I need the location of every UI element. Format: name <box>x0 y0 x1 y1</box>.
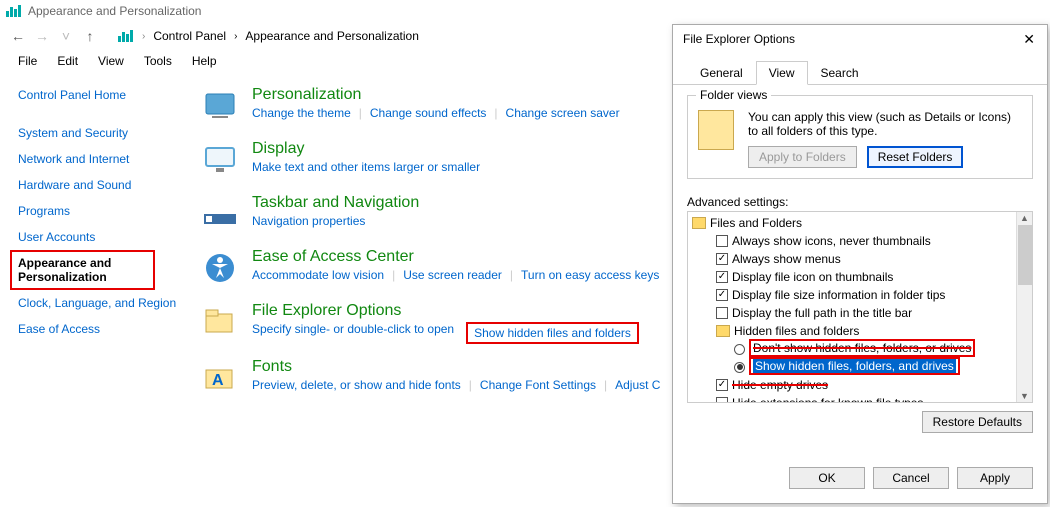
category-title[interactable]: Display <box>252 140 480 158</box>
tab-search[interactable]: Search <box>808 61 872 84</box>
folder-views-group: Folder views You can apply this view (su… <box>687 95 1033 179</box>
scroll-up-icon[interactable]: ▲ <box>1020 213 1029 223</box>
link-easy-access-keys[interactable]: Turn on easy access keys <box>521 268 659 282</box>
radio-dont-show-hidden[interactable]: Don't show hidden files, folders, or dri… <box>690 340 1014 358</box>
sidebar-item-appearance-personalization[interactable]: Appearance and Personalization <box>10 250 155 290</box>
link-make-text-larger[interactable]: Make text and other items larger or smal… <box>252 160 480 174</box>
reset-folders-button[interactable]: Reset Folders <box>867 146 964 168</box>
link-adjust-cleartype[interactable]: Adjust C <box>615 378 660 392</box>
menu-view[interactable]: View <box>88 52 134 70</box>
file-explorer-options-icon <box>200 302 240 342</box>
cancel-button[interactable]: Cancel <box>873 467 949 489</box>
link-change-font-settings[interactable]: Change Font Settings <box>480 378 596 392</box>
sidebar: Control Panel Home System and Security N… <box>0 78 200 412</box>
option-hide-empty-drives[interactable]: Hide empty drives <box>690 376 1014 394</box>
option-always-show-menus[interactable]: Always show menus <box>690 250 1014 268</box>
breadcrumb-sep-icon: › <box>234 31 237 42</box>
folder-views-legend: Folder views <box>696 88 771 102</box>
apply-to-folders-button[interactable]: Apply to Folders <box>748 146 857 168</box>
option-display-file-size-tips[interactable]: Display file size information in folder … <box>690 286 1014 304</box>
sidebar-item-programs[interactable]: Programs <box>10 198 196 224</box>
menu-edit[interactable]: Edit <box>47 52 88 70</box>
link-low-vision[interactable]: Accommodate low vision <box>252 268 384 282</box>
apply-button[interactable]: Apply <box>957 467 1033 489</box>
link-navigation-properties[interactable]: Navigation properties <box>252 214 365 228</box>
option-display-full-path[interactable]: Display the full path in the title bar <box>690 304 1014 322</box>
menu-tools[interactable]: Tools <box>134 52 182 70</box>
option-display-file-icon[interactable]: Display file icon on thumbnails <box>690 268 1014 286</box>
breadcrumb-icon <box>118 30 134 42</box>
breadcrumb-sep-icon: › <box>142 31 145 42</box>
link-show-hidden-files[interactable]: Show hidden files and folders <box>466 322 639 344</box>
tree-files-and-folders[interactable]: Files and Folders <box>690 214 1014 232</box>
sidebar-item-hardware-sound[interactable]: Hardware and Sound <box>10 172 196 198</box>
link-single-double-click[interactable]: Specify single- or double-click to open <box>252 322 454 344</box>
menu-help[interactable]: Help <box>182 52 227 70</box>
category-title[interactable]: Personalization <box>252 86 620 104</box>
nav-back-button[interactable]: ← <box>8 26 28 46</box>
category-title[interactable]: File Explorer Options <box>252 302 639 320</box>
restore-defaults-button[interactable]: Restore Defaults <box>922 411 1033 433</box>
advanced-scrollbar[interactable]: ▲ ▼ <box>1016 212 1032 402</box>
sidebar-item-user-accounts[interactable]: User Accounts <box>10 224 196 250</box>
folder-icon <box>716 325 730 337</box>
nav-forward-button[interactable]: → <box>32 26 52 46</box>
advanced-settings-tree: Files and Folders Always show icons, nev… <box>687 211 1033 403</box>
ease-of-access-icon <box>200 248 240 288</box>
tree-hidden-files[interactable]: Hidden files and folders <box>690 322 1014 340</box>
dialog-title: File Explorer Options <box>683 32 795 46</box>
dialog-tabs: General View Search <box>673 53 1047 85</box>
link-change-theme[interactable]: Change the theme <box>252 106 351 120</box>
ok-button[interactable]: OK <box>789 467 865 489</box>
link-change-sound-effects[interactable]: Change sound effects <box>370 106 487 120</box>
dialog-titlebar: File Explorer Options ✕ <box>673 25 1047 53</box>
nav-up-button[interactable]: ↑ <box>80 26 100 46</box>
option-hide-extensions[interactable]: Hide extensions for known file types <box>690 394 1014 402</box>
scroll-thumb[interactable] <box>1018 225 1032 285</box>
window-titlebar: Appearance and Personalization <box>0 0 1050 22</box>
close-button[interactable]: ✕ <box>1017 31 1041 48</box>
sidebar-item-ease-of-access[interactable]: Ease of Access <box>10 316 196 342</box>
folder-views-icon <box>698 110 734 150</box>
sidebar-home[interactable]: Control Panel Home <box>10 82 196 108</box>
sidebar-item-network-internet[interactable]: Network and Internet <box>10 146 196 172</box>
advanced-settings-label: Advanced settings: <box>687 195 1033 209</box>
svg-text:A: A <box>212 372 224 389</box>
fonts-icon: A <box>200 358 240 398</box>
window-icon <box>6 5 22 17</box>
link-change-screen-saver[interactable]: Change screen saver <box>506 106 620 120</box>
menu-file[interactable]: File <box>8 52 47 70</box>
tab-general[interactable]: General <box>687 61 756 84</box>
display-icon <box>200 140 240 180</box>
taskbar-icon <box>200 194 240 234</box>
nav-recent-dropdown[interactable]: ˅ <box>56 26 76 46</box>
sidebar-item-system-security[interactable]: System and Security <box>10 120 196 146</box>
category-title[interactable]: Taskbar and Navigation <box>252 194 419 212</box>
tab-view[interactable]: View <box>756 61 808 85</box>
option-always-show-icons[interactable]: Always show icons, never thumbnails <box>690 232 1014 250</box>
sidebar-item-clock-language-region[interactable]: Clock, Language, and Region <box>10 290 196 316</box>
breadcrumb[interactable]: Control Panel › Appearance and Personali… <box>153 29 419 43</box>
breadcrumb-root[interactable]: Control Panel <box>153 29 226 43</box>
link-preview-fonts[interactable]: Preview, delete, or show and hide fonts <box>252 378 461 392</box>
category-title[interactable]: Ease of Access Center <box>252 248 659 266</box>
scroll-down-icon[interactable]: ▼ <box>1020 391 1029 401</box>
folder-icon <box>692 217 706 229</box>
folder-views-description: You can apply this view (such as Details… <box>748 110 1022 138</box>
personalization-icon <box>200 86 240 126</box>
radio-show-hidden[interactable]: Show hidden files, folders, and drives <box>690 358 1014 376</box>
file-explorer-options-dialog: File Explorer Options ✕ General View Sea… <box>672 24 1048 504</box>
breadcrumb-current[interactable]: Appearance and Personalization <box>245 29 418 43</box>
link-screen-reader[interactable]: Use screen reader <box>403 268 502 282</box>
category-title[interactable]: Fonts <box>252 358 660 376</box>
window-title: Appearance and Personalization <box>28 4 201 18</box>
